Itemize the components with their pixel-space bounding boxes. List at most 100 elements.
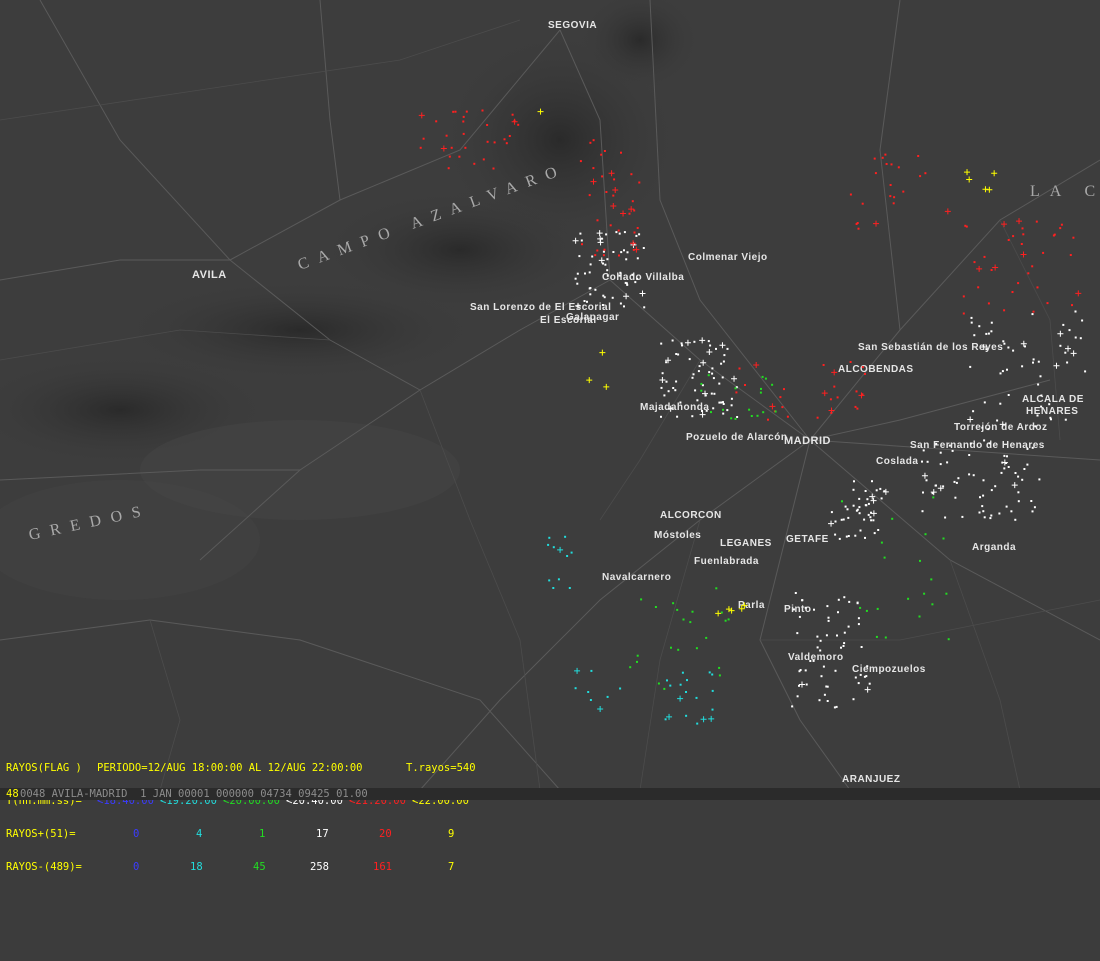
negative-strike-marker (634, 281, 637, 284)
negative-strike-marker (482, 158, 485, 161)
negative-strike-marker (594, 288, 597, 291)
negative-strike-marker (726, 347, 729, 350)
negative-strike-marker (1031, 510, 1034, 513)
negative-strike-marker (661, 372, 664, 375)
negative-strike-marker (889, 184, 892, 186)
negative-strike-marker (552, 587, 555, 589)
negative-strike-marker (796, 695, 799, 698)
negative-strike-marker (759, 391, 762, 394)
negative-strike-marker (1031, 313, 1034, 316)
negative-strike-marker (612, 194, 615, 197)
negative-strike-marker (660, 415, 662, 418)
negative-strike-marker (845, 535, 848, 538)
negative-strike-marker (829, 398, 832, 401)
negative-strike-marker (670, 646, 672, 649)
negative-strike-marker (1036, 286, 1039, 289)
negative-strike-marker (633, 231, 636, 234)
negative-strike-marker (942, 537, 945, 540)
negative-strike-marker (816, 416, 819, 419)
negative-strike-marker (881, 156, 884, 159)
negative-strike-marker (710, 411, 712, 414)
negative-strike-marker (602, 254, 605, 257)
negative-strike-marker (946, 461, 949, 464)
negative-strike-marker (1030, 500, 1033, 502)
negative-strike-marker (715, 587, 718, 590)
city-label: Pozuelo de Alarcón (686, 432, 787, 443)
negative-strike-marker (897, 166, 900, 169)
negative-strike-marker (693, 340, 696, 343)
negative-strike-marker (982, 510, 985, 513)
negative-strike-marker (718, 401, 721, 404)
negative-strike-marker (1037, 383, 1040, 386)
city-label: ALCALA DE (1022, 394, 1084, 405)
negative-strike-marker (738, 367, 741, 370)
negative-strike-marker (705, 636, 708, 639)
negative-strike-marker (548, 579, 551, 582)
negative-strike-marker (854, 676, 857, 679)
negative-strike-marker (942, 485, 945, 488)
negative-strike-marker (907, 597, 910, 600)
negative-strike-marker (854, 405, 857, 408)
negative-strike-marker (978, 325, 981, 328)
negative-strike-marker (843, 596, 846, 599)
negative-strike-marker (1017, 282, 1020, 285)
negative-strike-marker (879, 487, 882, 490)
negative-strike-marker (989, 517, 992, 520)
negative-strike-marker (857, 617, 860, 620)
negative-strike-marker (590, 669, 593, 672)
status-bar: 48 0048 AVILA-MADRID 1 JAN 00001 000000 … (0, 788, 1100, 800)
negative-strike-marker (842, 518, 845, 521)
negative-strike-marker (605, 233, 608, 236)
negative-strike-marker (606, 269, 609, 272)
negative-strike-marker (462, 132, 465, 135)
city-label: Majadahonda (640, 402, 709, 413)
city-label: Pinto (784, 604, 812, 615)
negative-strike-marker (1040, 394, 1043, 397)
negative-strike-marker (711, 372, 714, 375)
negative-strike-marker (631, 273, 634, 276)
negative-strike-marker (486, 140, 489, 143)
negative-strike-marker (863, 675, 866, 678)
negative-strike-marker (935, 484, 937, 487)
negative-strike-marker (979, 496, 981, 499)
negative-strike-marker (1007, 466, 1010, 468)
negative-strike-marker (666, 679, 668, 682)
negative-strike-marker (730, 404, 733, 407)
legend-count: 20 (379, 828, 392, 840)
negative-strike-marker (663, 394, 666, 397)
negative-strike-marker (983, 516, 986, 519)
negative-strike-marker (859, 673, 862, 676)
negative-strike-marker (603, 150, 606, 152)
negative-strike-marker (954, 496, 957, 499)
negative-strike-marker (601, 175, 604, 178)
negative-strike-marker (983, 439, 986, 442)
negative-strike-marker (977, 286, 980, 289)
negative-strike-marker (576, 282, 579, 285)
city-label: Collado Villalba (602, 272, 684, 283)
negative-strike-marker (707, 340, 710, 343)
region-label: LA CAMPIÑA (1030, 182, 1100, 200)
negative-strike-marker (883, 556, 886, 559)
negative-strike-marker (848, 600, 851, 603)
negative-strike-marker (884, 636, 887, 639)
negative-strike-marker (633, 209, 636, 212)
negative-strike-marker (858, 512, 861, 515)
negative-strike-marker (419, 146, 422, 149)
negative-strike-marker (481, 109, 484, 112)
negative-strike-marker (1031, 446, 1034, 449)
negative-strike-marker (931, 603, 934, 606)
negative-strike-marker (611, 296, 614, 299)
negative-strike-marker (711, 689, 714, 692)
negative-strike-marker (508, 135, 511, 137)
negative-strike-marker (987, 332, 990, 335)
negative-strike-marker (586, 300, 588, 303)
negative-strike-marker (696, 722, 699, 725)
negative-strike-marker (643, 306, 646, 309)
negative-strike-marker (663, 687, 666, 690)
negative-strike-marker (695, 647, 698, 650)
city-label: MADRID (784, 435, 831, 447)
negative-strike-marker (842, 645, 845, 647)
negative-strike-marker (947, 638, 950, 641)
negative-strike-marker (564, 535, 567, 538)
negative-strike-marker (837, 598, 840, 601)
